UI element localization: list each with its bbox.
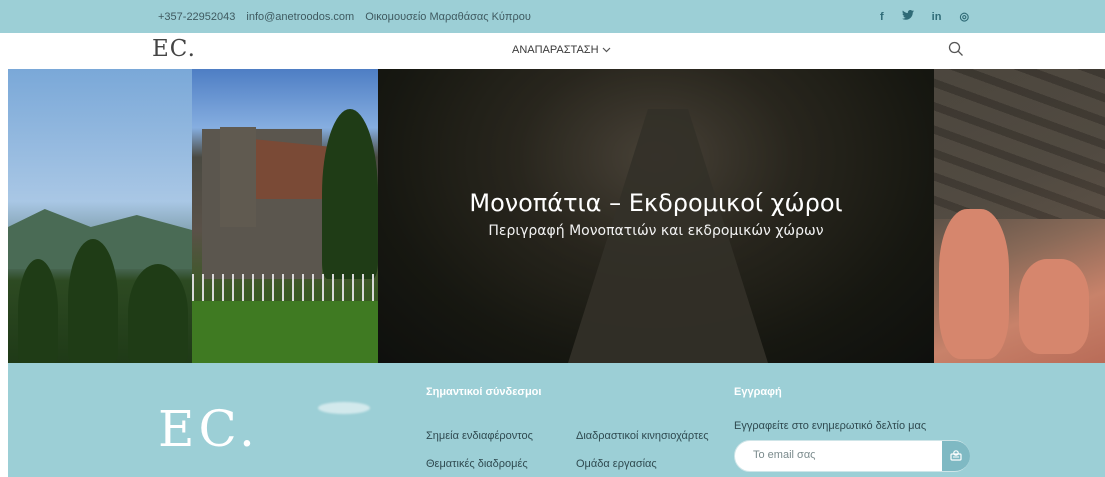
pottery-image	[934, 69, 1105, 363]
social-links: f in ◎	[880, 0, 969, 33]
twitter-icon[interactable]	[901, 10, 914, 23]
clay-vase	[1019, 259, 1089, 354]
bell-tower	[220, 127, 256, 227]
newsletter-form	[734, 440, 970, 472]
pine-tree	[68, 239, 118, 363]
fence	[192, 274, 378, 304]
nav-menu-label: ΑΝΑΠΑΡΑΣΤΑΣΗ	[512, 44, 599, 56]
email-link[interactable]: info@anetroodos.com	[246, 11, 354, 23]
chevron-down-icon	[602, 45, 611, 56]
phone-link[interactable]: +357-22952043	[158, 11, 235, 23]
signup-text: Εγγραφείτε στο ενημερωτικό δελτίο μας	[734, 420, 927, 432]
email-input[interactable]	[753, 449, 923, 461]
mountain-landscape-image	[8, 69, 192, 363]
stone-church-image	[192, 69, 378, 363]
pine-tree	[18, 259, 58, 363]
footer-link-interactive-maps[interactable]: Διαδραστικοί κινησιοχάρτες	[576, 430, 709, 442]
footer-link-work-team[interactable]: Ομάδα εργασίας	[576, 458, 657, 470]
search-icon[interactable]	[948, 41, 966, 59]
signup-heading: Εγγραφή	[734, 386, 782, 398]
instagram-icon[interactable]: ◎	[959, 10, 969, 23]
contact-info: +357-22952043 info@anetroodos.com Οικομο…	[158, 0, 531, 33]
facebook-icon[interactable]: f	[880, 11, 884, 23]
stone-wall	[934, 69, 1105, 219]
hedge	[192, 301, 378, 363]
nav-menu-anaparastasi[interactable]: ΑΝΑΠΑΡΑΣΤΑΣΗ	[512, 44, 611, 56]
hero-title: Μονοπάτια – Εκδρομικοί χώροι	[469, 189, 843, 217]
site-logo[interactable]: EC.	[152, 36, 196, 62]
footer-links-heading: Σημαντικοί σύνδεσμοι	[426, 386, 542, 398]
hero-banner: Μονοπάτια – Εκδρομικοί χώροι Περιγραφή Μ…	[8, 69, 1105, 363]
hero-subtitle: Περιγραφή Μονοπατιών και εκδρομικών χώρω…	[488, 223, 824, 239]
pine-tree	[128, 264, 188, 363]
decorative-cloud	[318, 402, 370, 414]
footer-link-points-of-interest[interactable]: Σημεία ενδιαφέροντος	[426, 430, 533, 442]
linkedin-icon[interactable]: in	[932, 11, 942, 23]
forest-path-image: Μονοπάτια – Εκδρομικοί χώροι Περιγραφή Μ…	[378, 69, 934, 363]
footer-logo[interactable]: EC.	[158, 400, 259, 458]
tree	[322, 109, 378, 279]
location-text: Οικομουσείο Μαραθάσας Κύπρου	[365, 10, 531, 23]
footer-link-thematic-routes[interactable]: Θεματικές διαδρομές	[426, 458, 528, 470]
clay-vase	[939, 209, 1009, 359]
